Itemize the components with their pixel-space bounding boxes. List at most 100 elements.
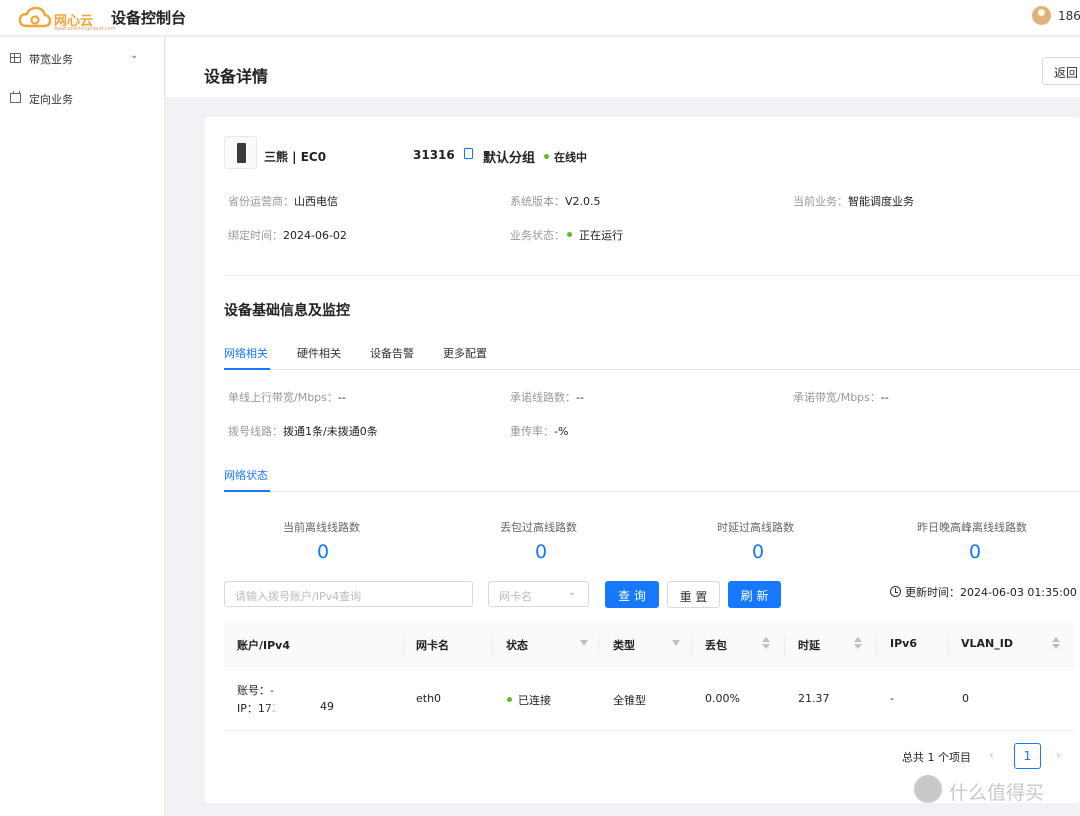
tab-more-config[interactable]: 更多配置 — [443, 345, 487, 361]
net-committed-bandwidth: 承诺带宽/Mbps：-- — [793, 389, 889, 405]
cell-latency: 21.37 — [798, 692, 830, 705]
page-title: 设备详情 — [204, 67, 269, 86]
info-key: 省份运营商： — [228, 195, 294, 208]
sort-icon[interactable] — [854, 637, 862, 650]
stat-latency-label: 时延过高线路数 — [717, 521, 794, 534]
cell-ip-suffix: 49 — [320, 700, 334, 713]
chevron-down-icon: ⌄ — [568, 587, 577, 598]
info-version: 系统版本：V2.0.5 — [510, 193, 601, 209]
info-value: -- — [337, 391, 346, 404]
stat-packet-loss-value: 0 — [535, 541, 548, 563]
device-group: 默认分组 — [483, 151, 536, 166]
nic-select[interactable]: 网卡名 ⌄ — [488, 581, 589, 607]
online-status-dot — [544, 154, 549, 159]
info-value: V2.0.5 — [565, 195, 601, 208]
device-name: 三熊 | EC0 — [264, 150, 327, 164]
column-latency[interactable]: 时延 — [798, 637, 820, 653]
chevron-down-icon: ⌄ — [130, 50, 139, 61]
device-id: 31316 — [413, 148, 455, 162]
stat-peak-offline-value: 0 — [969, 541, 982, 563]
sidebar-item-label: 带宽业务 — [29, 53, 73, 66]
running-status-dot — [567, 232, 572, 237]
column-status[interactable]: 状态 — [506, 637, 528, 653]
back-button[interactable]: 返回 — [1042, 57, 1080, 85]
column-ipv6[interactable]: IPv6 — [890, 637, 917, 650]
query-button[interactable]: 查 询 — [605, 581, 659, 608]
info-province: 省份运营商：山西电信 — [228, 193, 338, 209]
nic-select-placeholder: 网卡名 — [499, 590, 532, 603]
stat-peak-offline-label: 昨日晚高峰离线线路数 — [917, 521, 1027, 534]
info-value: 正在运行 — [579, 229, 623, 242]
column-separator — [403, 636, 404, 655]
sidebar: 带宽业务 ⌄ 定向业务 — [0, 37, 165, 816]
info-key: 重传率： — [510, 425, 554, 438]
logo[interactable]: 网心云 www.onethingcloud.com — [18, 5, 115, 32]
info-key: 绑定时间： — [228, 229, 283, 242]
cell-nic: eth0 — [416, 692, 442, 705]
app-title: 设备控制台 — [111, 9, 187, 27]
sidebar-item-bandwidth[interactable]: 带宽业务 ⌄ — [0, 40, 165, 76]
refresh-button[interactable]: 刷 新 — [728, 581, 781, 608]
net-dial-lines: 拨号线路：拨通1条/未拨通0条 — [228, 423, 378, 439]
tab-alerts[interactable]: 设备告警 — [370, 345, 414, 361]
pagination-total: 总共 1 个项目 — [902, 751, 971, 764]
tab-network[interactable]: 网络相关 — [224, 345, 268, 361]
info-value: 拨通1条/未拨通0条 — [283, 425, 378, 438]
cell-type: 全锥型 — [613, 694, 646, 707]
column-vlan[interactable]: VLAN_ID — [961, 637, 1013, 650]
tab-active-indicator — [224, 368, 270, 370]
watermark-logo-icon — [914, 775, 942, 803]
top-bar: 网心云 www.onethingcloud.com 设备控制台 186 — [0, 0, 1080, 36]
column-loss[interactable]: 丢包 — [705, 637, 727, 653]
tab-network-status[interactable]: 网络状态 — [224, 467, 268, 483]
info-bind-time: 绑定时间：2024-06-02 — [228, 227, 347, 243]
info-value: 智能调度业务 — [848, 195, 914, 208]
sort-icon[interactable] — [762, 637, 770, 650]
search-input[interactable]: 请输入拨号账户/IPv4查询 — [224, 581, 473, 607]
sidebar-item-label: 定向业务 — [29, 93, 73, 106]
avatar-face — [1038, 9, 1045, 16]
info-key: 承诺带宽/Mbps： — [793, 391, 881, 404]
cell-vlan: 0 — [962, 692, 969, 705]
connected-status-dot — [507, 697, 512, 702]
column-separator — [691, 636, 692, 655]
avatar[interactable] — [1032, 6, 1051, 25]
device-image — [224, 136, 257, 169]
net-bandwidth: 单线上行带宽/Mbps：-- — [228, 389, 346, 405]
redacted-area — [329, 144, 415, 164]
sidebar-item-directed[interactable]: 定向业务 — [0, 80, 165, 116]
info-business: 当前业务：智能调度业务 — [793, 193, 914, 209]
sort-icon[interactable] — [1052, 637, 1060, 650]
update-time-value: 2024-06-03 01:35:00 — [960, 586, 1077, 599]
stat-packet-loss-label: 丢包过高线路数 — [500, 521, 577, 534]
cell-loss: 0.00% — [705, 692, 740, 705]
clock-icon — [890, 586, 901, 597]
tab-hardware[interactable]: 硬件相关 — [297, 345, 341, 361]
chevron-left-icon[interactable]: ‹ — [989, 748, 994, 762]
info-key: 系统版本： — [510, 195, 565, 208]
reset-button[interactable]: 重 置 — [667, 581, 720, 608]
info-key: 拨号线路： — [228, 425, 283, 438]
info-key: 单线上行带宽/Mbps： — [228, 391, 338, 404]
update-time: 更新时间：2024-06-03 01:35:00 — [905, 584, 1077, 600]
info-key: 承诺线路数： — [510, 391, 576, 404]
info-value: 2024-06-02 — [283, 229, 347, 242]
pagination-page-current[interactable]: 1 — [1014, 743, 1041, 769]
column-type[interactable]: 类型 — [613, 637, 635, 653]
table-header: 账户/IPv4 网卡名 状态 类型 丢包 时延 IPv6 VLAN_ID — [224, 623, 1074, 667]
info-value: -- — [576, 391, 584, 404]
info-key: 业务状态： — [510, 229, 565, 242]
net-retransmit: 重传率：-% — [510, 423, 568, 439]
grid-icon — [10, 53, 21, 63]
column-nic[interactable]: 网卡名 — [416, 637, 449, 653]
copy-icon[interactable] — [464, 148, 473, 159]
filter-icon[interactable] — [580, 640, 588, 646]
column-account[interactable]: 账户/IPv4 — [237, 637, 290, 653]
stat-latency-value: 0 — [752, 541, 765, 563]
section-title: 设备基础信息及监控 — [224, 303, 350, 319]
filter-icon[interactable] — [672, 640, 680, 646]
column-separator — [598, 636, 599, 655]
user-name[interactable]: 186 — [1058, 9, 1080, 23]
logo-subtext: www.onethingcloud.com — [54, 26, 116, 32]
chevron-right-icon[interactable]: › — [1056, 748, 1061, 762]
